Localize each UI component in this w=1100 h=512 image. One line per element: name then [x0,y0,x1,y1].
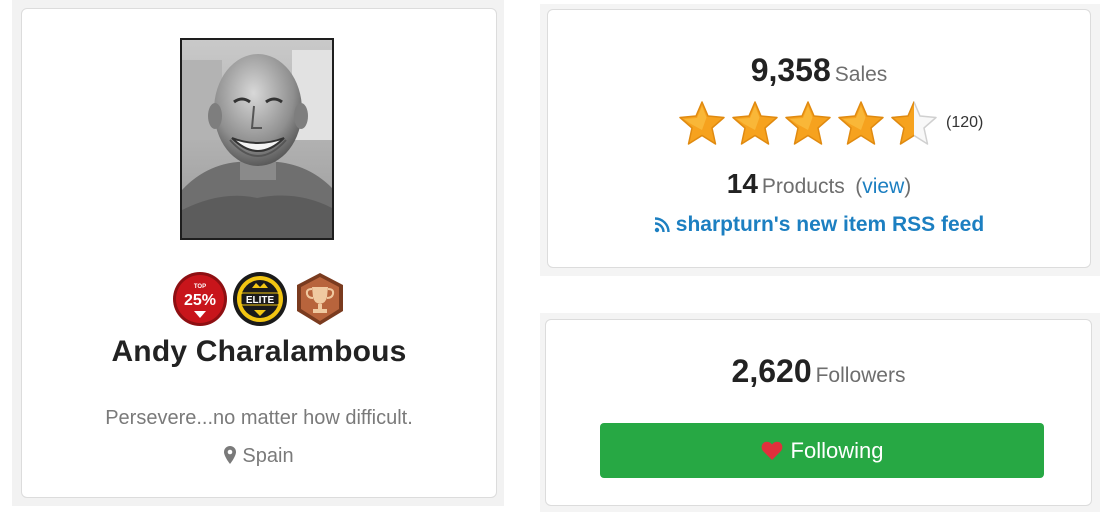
followers-label: Followers [815,364,906,387]
star-full-icon [785,101,831,145]
rss-icon [654,217,670,233]
badge-row: TOP 25% ELITE [172,271,348,327]
products-summary: 14 Products (view) [548,168,1090,200]
profile-photo [180,38,334,240]
sales-label: Sales [834,63,888,86]
followers-count: 2,620 [731,353,812,389]
map-pin-icon [224,446,237,464]
top-25-badge-icon: TOP 25% [172,271,228,327]
stats-card: 9,358 Sales (120) 14 Products (view) sha… [547,9,1091,268]
profile-tagline: Persevere...no matter how difficult. [105,407,413,429]
profile-name: Andy Charalambous [111,335,407,368]
view-products-link[interactable]: view [862,175,904,198]
elite-badge-label: ELITE [246,295,275,306]
following-button-label[interactable]: Following [791,438,884,464]
rss-feed-label[interactable]: sharpturn's new item RSS feed [676,213,984,236]
star-full-icon [838,101,884,145]
sales-summary: 9,358 Sales [548,52,1090,89]
rss-feed-link[interactable]: sharpturn's new item RSS feed [548,213,1090,237]
avatar [182,40,332,238]
followers-card: 2,620 Followers Following [545,319,1092,506]
followers-summary: 2,620 Followers [546,353,1091,390]
sales-count: 9,358 [750,52,831,88]
location-label: Spain [242,445,294,467]
trophy-badge-icon [292,271,348,327]
profile-card: TOP 25% ELITE Andy Charalambous Persever… [21,8,497,498]
view-close-paren: ) [904,175,912,198]
star-half-icon [891,101,937,145]
products-label: Products [761,175,845,198]
following-button[interactable]: Following [600,423,1044,478]
elite-badge-icon: ELITE [232,271,288,327]
products-count: 14 [726,168,758,199]
heart-icon [761,441,782,460]
star-full-icon [679,101,725,145]
top-badge-sublabel: TOP [194,284,206,290]
star-full-icon [732,101,778,145]
rating-count: (120) [946,114,984,131]
top-badge-label: 25% [184,292,216,309]
profile-location: Spain [22,445,496,468]
